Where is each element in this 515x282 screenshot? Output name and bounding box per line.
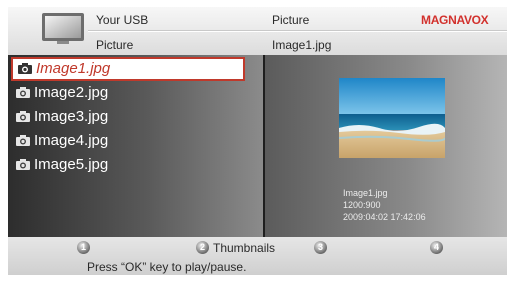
list-item-label: Image4.jpg [34,132,109,149]
preview-datetime: 2009:04:02 17:42:06 [343,212,426,222]
preview-panel: Image1.jpg 1200:900 2009:04:02 17:42:06 [265,55,507,237]
category-label: Picture [272,13,310,27]
footer: 1 2 Thumbnails 3 4 Press “OK” key to pla… [8,237,507,275]
list-item-label: Image3.jpg [34,108,109,125]
list-item-label: Image2.jpg [34,84,109,101]
camera-icon [18,63,32,74]
hint-text: Press “OK” key to play/pause. [87,260,247,274]
usb-browser-frame: Your USB Picture Picture Image1.jpg MAGN… [8,7,507,275]
preview-resolution: 1200:900 [343,200,381,210]
list-item-label: Image5.jpg [34,156,109,173]
list-item[interactable]: Image4.jpg [11,130,247,152]
camera-icon [16,87,30,98]
current-file-label: Image1.jpg [272,38,332,52]
beach-thumbnail [339,78,445,158]
source-label: Your USB [96,13,149,27]
breadcrumb: Picture [96,38,134,52]
color-button-3[interactable]: 3 [314,241,327,254]
camera-icon [16,135,30,146]
list-item-label: Image1.jpg [36,60,111,77]
color-button-4[interactable]: 4 [430,241,443,254]
color-button-2[interactable]: 2 [196,241,209,254]
list-item[interactable]: Image1.jpg [11,57,245,81]
file-list: Image1.jpg Image2.jpg Image3.jpg Image4.… [8,55,263,237]
preview-filename: Image1.jpg [343,188,388,198]
header: Your USB Picture Picture Image1.jpg MAGN… [8,7,507,55]
thumbnails-label: Thumbnails [213,241,276,255]
color-button-1[interactable]: 1 [77,241,90,254]
brand-logo: MAGNAVOX [421,13,489,27]
camera-icon [16,111,30,122]
header-divider [88,30,507,32]
list-item[interactable]: Image3.jpg [11,106,247,128]
list-item[interactable]: Image5.jpg [11,154,247,176]
camera-icon [16,159,30,170]
list-item[interactable]: Image2.jpg [11,82,247,104]
tv-icon [42,13,84,44]
